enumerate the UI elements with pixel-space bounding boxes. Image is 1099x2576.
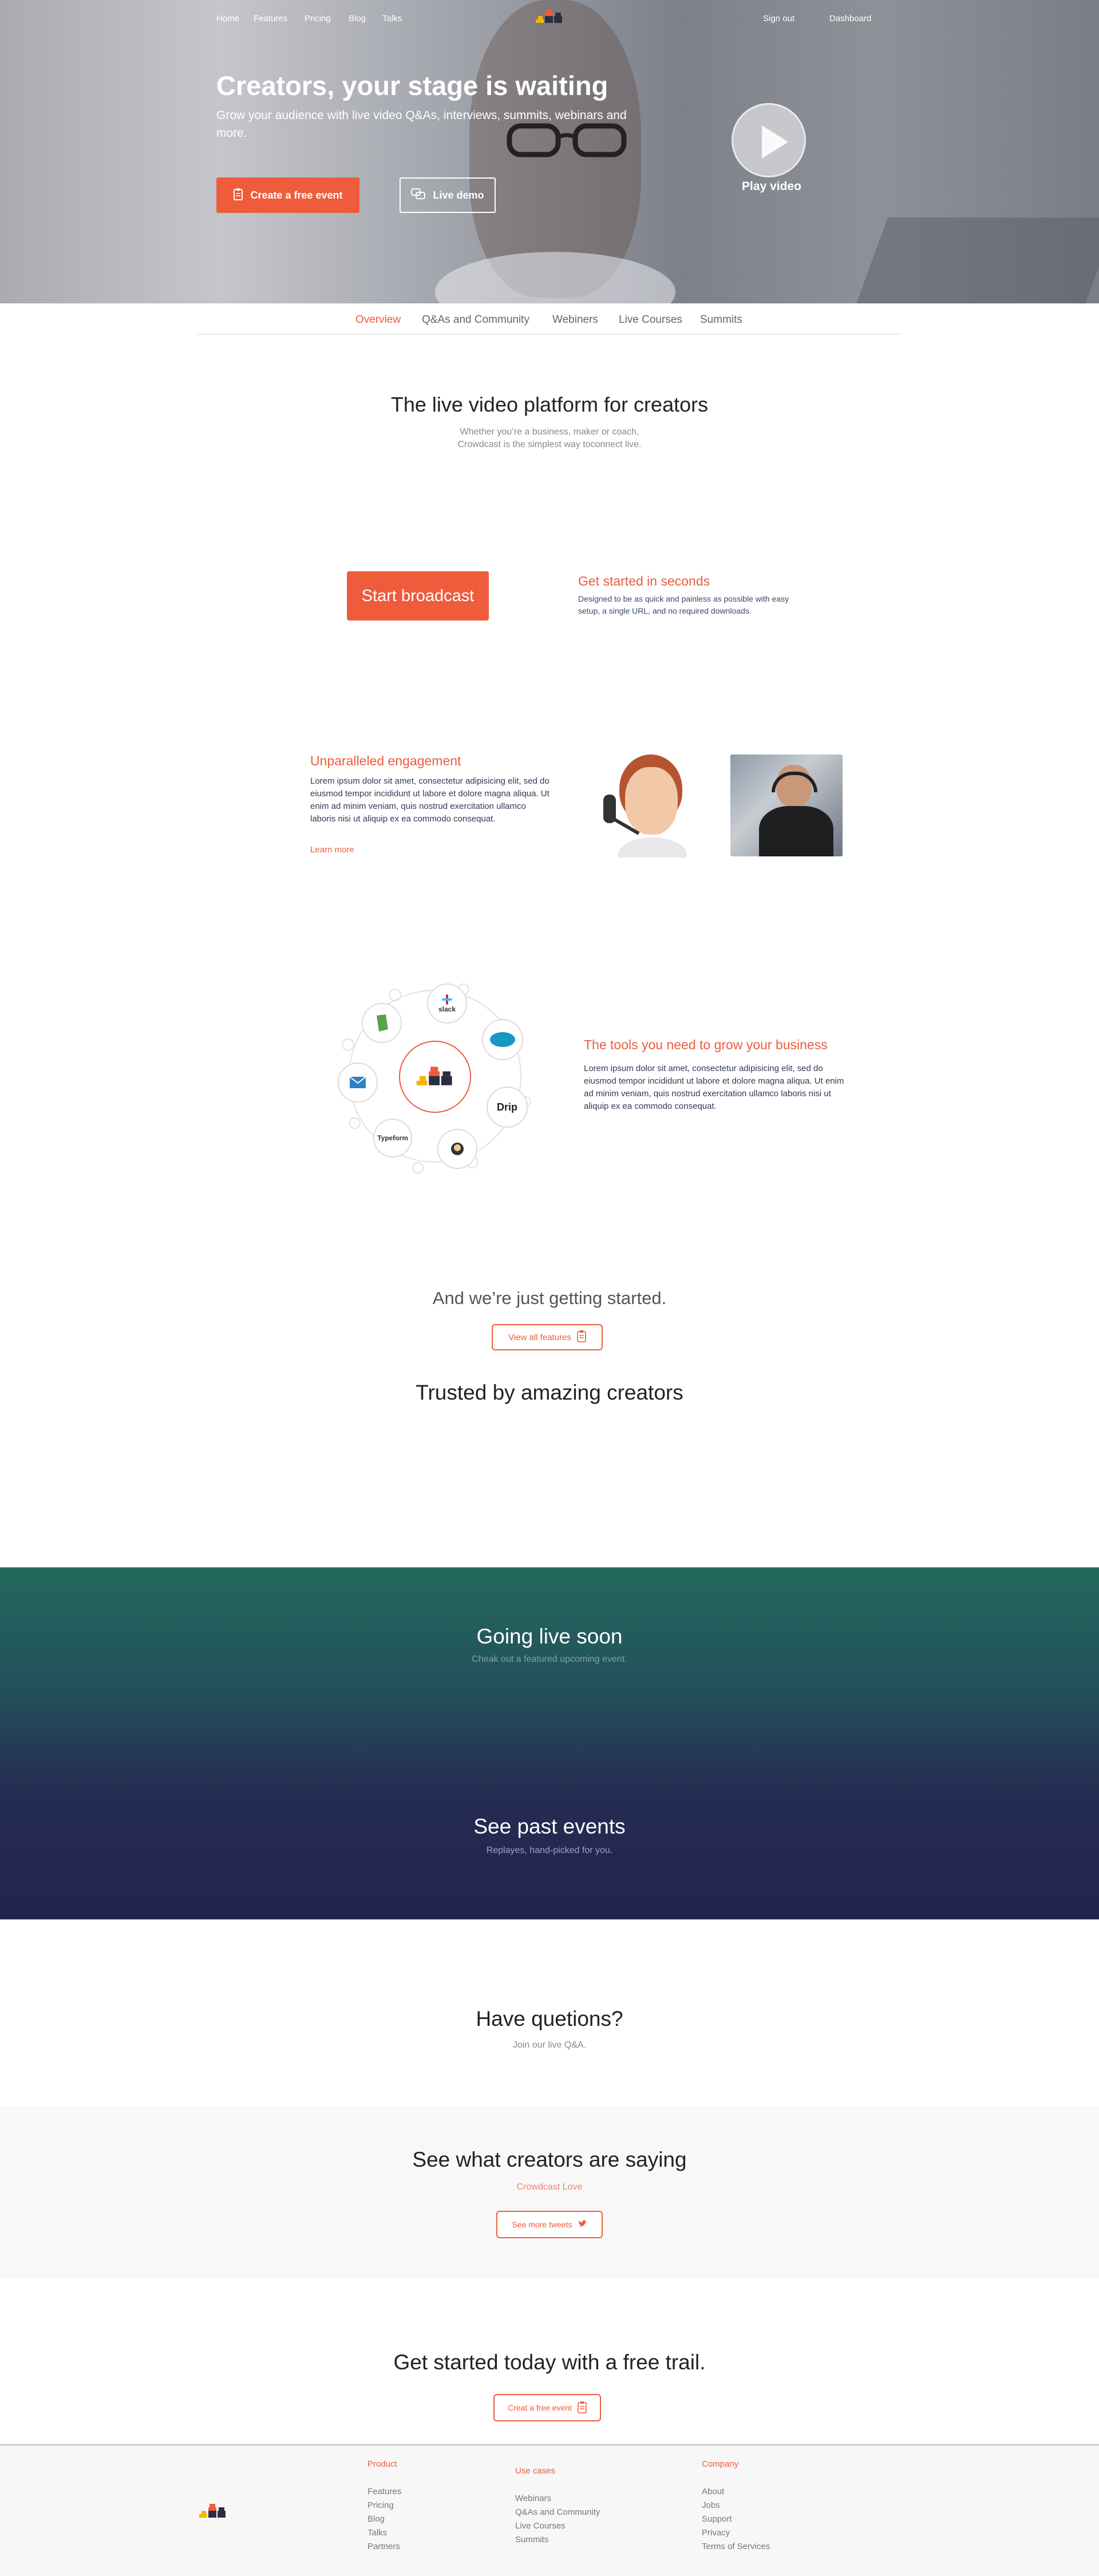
subnav-webiners[interactable]: Webiners — [552, 314, 598, 326]
headphones-man-photo — [730, 754, 843, 856]
get-started-text-line1: Designed to be as quick and painless as … — [578, 594, 789, 603]
nav-talks[interactable]: Talks — [382, 14, 402, 23]
footer-link-talks[interactable]: Talks — [367, 2528, 387, 2538]
create-free-event-outline-button[interactable]: Creat a free event — [493, 2394, 601, 2421]
typeform-icon: Typeform — [373, 1119, 412, 1157]
subnav-overview[interactable]: Overview — [355, 314, 401, 326]
live-demo-button[interactable]: Live demo — [400, 177, 496, 213]
view-all-features-label: View all features — [508, 1332, 571, 1342]
footer-link-summits[interactable]: Summits — [515, 2535, 548, 2545]
past-events-subtitle: Replayes, hand-picked for you. — [486, 1846, 613, 1855]
slack-icon: slack — [427, 983, 467, 1024]
evernote-icon — [362, 1003, 402, 1043]
nav-blog[interactable]: Blog — [349, 14, 366, 23]
saying-subtitle: Crowdcast Love — [516, 2182, 583, 2192]
footer-company-heading: Company — [702, 2459, 739, 2469]
nav-home[interactable]: Home — [216, 14, 239, 23]
footer-product-heading: Product — [367, 2459, 397, 2469]
get-started-text: Designed to be as quick and painless as … — [578, 593, 789, 617]
footer-link-privacy[interactable]: Privacy — [702, 2528, 730, 2538]
clipboard-icon — [578, 2401, 587, 2415]
subnav-summits[interactable]: Summits — [700, 314, 742, 326]
footer: Product Features Pricing Blog Talks Part… — [0, 2444, 1099, 2576]
get-started-today-title: Get started today with a free trail. — [393, 2350, 706, 2374]
create-free-event-button[interactable]: Create a free event — [216, 177, 359, 213]
intro-title: The live video platform for creators — [390, 393, 709, 416]
footer-link-partners[interactable]: Partners — [367, 2542, 400, 2551]
play-video-button[interactable] — [732, 103, 806, 177]
twitter-icon — [578, 2220, 587, 2230]
nav-features[interactable]: Features — [254, 14, 287, 23]
hero-section: Home Features Pricing Blog Talks Sign ou… — [0, 0, 1099, 303]
crowdcast-hub-icon — [399, 1041, 471, 1113]
intro-text-line1: Whether you’re a business, maker or coac… — [460, 427, 639, 437]
view-all-features-button[interactable]: View all features — [492, 1324, 603, 1350]
see-more-tweets-button[interactable]: See more tweets — [496, 2211, 603, 2238]
subnav-live-courses[interactable]: Live Courses — [619, 314, 682, 326]
hero-photo-shirt — [435, 252, 675, 303]
footer-link-about[interactable]: About — [702, 2487, 724, 2496]
nav-dashboard[interactable]: Dashboard — [829, 14, 871, 23]
testimonials-section — [0, 2107, 1099, 2278]
drip-icon: Drip — [487, 1086, 528, 1128]
clipboard-icon — [577, 1330, 586, 1345]
crowdcast-logo[interactable] — [535, 7, 564, 26]
slack-label: slack — [438, 1005, 456, 1013]
see-more-tweets-label: See more tweets — [512, 2220, 572, 2229]
nav-pricing[interactable]: Pricing — [305, 14, 331, 23]
hero-title: Creators, your stage is waiting — [216, 70, 608, 101]
clipboard-icon — [233, 188, 243, 203]
start-broadcast-button[interactable]: Start broadcast — [347, 571, 489, 621]
tools-text: Lorem ipsum dolor sit amet, consectetur … — [584, 1064, 844, 1111]
live-demo-label: Live demo — [433, 189, 484, 201]
footer-link-webinars[interactable]: Webinars — [515, 2494, 551, 2503]
past-events-title: See past events — [473, 1815, 626, 1838]
salesforce-icon — [482, 1019, 523, 1060]
footer-link-jobs[interactable]: Jobs — [702, 2500, 720, 2510]
play-video-label[interactable]: Play video — [732, 180, 812, 193]
features-title: And we’re just getting started. — [432, 1288, 667, 1308]
nav-sign-out[interactable]: Sign out — [763, 14, 794, 23]
footer-link-live-courses[interactable]: Live Courses — [515, 2521, 566, 2531]
engagement-text: Lorem ipsum dolor sit amet, consectetur … — [310, 776, 550, 824]
get-started-text-line2: setup, a single URL, and no required dow… — [578, 606, 752, 615]
trusted-title: Trusted by amazing creators — [416, 1381, 683, 1404]
footer-link-features[interactable]: Features — [367, 2487, 401, 2496]
feature-subnav: Overview Q&As and Community Webiners Liv… — [197, 303, 902, 334]
headset-woman-photo — [595, 754, 702, 858]
chat-bubbles-icon — [411, 188, 426, 203]
footer-link-qas-community[interactable]: Q&As and Community — [515, 2507, 600, 2517]
campaign-monitor-icon — [338, 1062, 378, 1103]
learn-more-link[interactable]: Learn more — [310, 845, 354, 855]
tools-title: The tools you need to grow your business — [584, 1037, 828, 1052]
intro-text-line2: Crowdcast is the simplest way toconnect … — [457, 440, 642, 449]
hero-photo-laptop — [852, 218, 1099, 303]
footer-link-pricing[interactable]: Pricing — [367, 2500, 394, 2510]
going-live-title: Going live soon — [476, 1625, 623, 1648]
create-free-event-label: Create a free event — [250, 189, 343, 201]
events-band: Going live soon Cheak out a featured upc… — [0, 1567, 1099, 1919]
footer-logo[interactable] — [198, 2502, 228, 2521]
questions-title: Have quetions? — [476, 2007, 623, 2030]
footer-link-terms[interactable]: Terms of Services — [702, 2542, 770, 2551]
questions-subtitle[interactable]: Join our live Q&A. — [0, 2040, 1099, 2050]
saying-title: See what creators are saying — [412, 2148, 687, 2171]
subnav-qas-community[interactable]: Q&As and Community — [422, 314, 529, 326]
going-live-subtitle: Cheak out a featured upcoming event. — [472, 1654, 627, 1664]
play-icon — [762, 125, 788, 159]
footer-usecases-heading: Use cases — [515, 2466, 556, 2476]
get-started-title: Get started in seconds — [578, 574, 710, 588]
engagement-title: Unparalleled engagement — [310, 753, 461, 768]
footer-link-support[interactable]: Support — [702, 2514, 732, 2524]
create-free-event-outline-label: Creat a free event — [507, 2403, 572, 2412]
intro-text: Whether you’re a business, maker or coac… — [0, 426, 1099, 451]
footer-link-blog[interactable]: Blog — [367, 2514, 385, 2524]
hero-subtitle: Grow your audience with live video Q&As,… — [216, 109, 627, 140]
mailchimp-icon — [437, 1129, 477, 1169]
